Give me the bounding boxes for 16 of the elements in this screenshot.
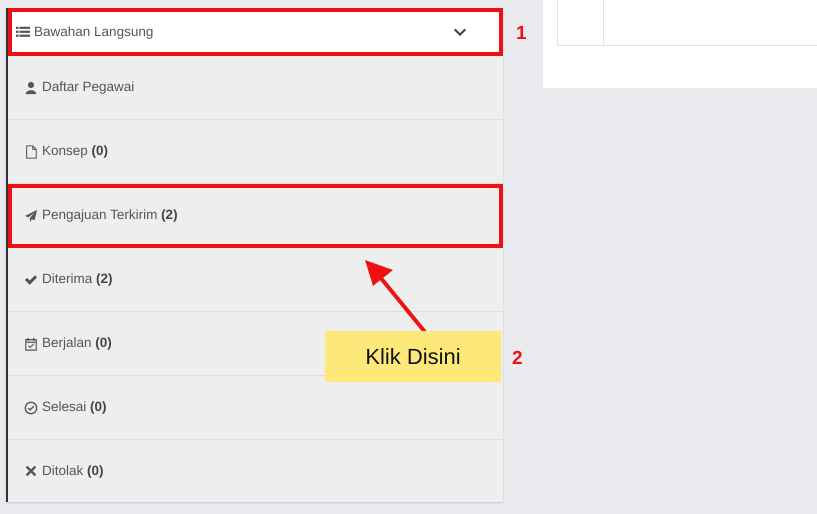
menu-item[interactable]: Ditolak (0): [8, 440, 503, 502]
paper-plane-icon: [24, 208, 38, 222]
close-icon: [24, 464, 38, 478]
menu-item[interactable]: Pengajuan Terkirim (2): [8, 184, 503, 248]
menu-item[interactable]: Konsep (0): [8, 120, 503, 184]
dropdown-header[interactable]: Bawahan Langsung: [8, 8, 503, 56]
step-number: 2: [512, 347, 523, 371]
document-icon: [24, 144, 38, 158]
callout-note: Klik Disini: [325, 331, 501, 382]
calendar-icon: [24, 336, 38, 350]
list-icon: [16, 25, 30, 39]
step-number: 1: [516, 22, 527, 46]
menu-item[interactable]: Daftar Pegawai: [8, 56, 503, 120]
user-icon: [24, 80, 38, 94]
check-circle-icon: [24, 400, 38, 414]
check-icon: [24, 272, 38, 286]
